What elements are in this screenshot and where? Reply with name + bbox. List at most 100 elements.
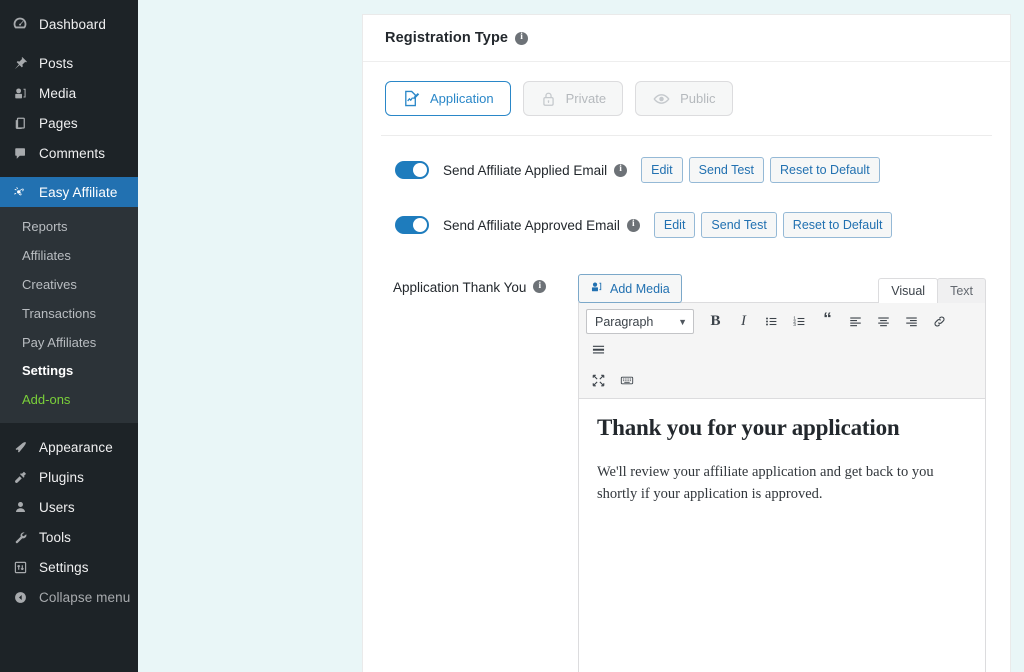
wp-editor: Add Media Visual Text Paragraph ▼ B I 1 … [578,274,986,672]
align-left-icon[interactable] [843,309,868,334]
lock-icon [540,90,557,108]
toggle-send-affiliate-approved-email[interactable] [395,216,429,234]
sidebar-item-dashboard[interactable]: Dashboard [0,9,138,39]
tab-text[interactable]: Text [937,278,986,303]
reset-approved-email-button[interactable]: Reset to Default [782,212,893,238]
editor-label-text: Application Thank You [393,280,527,295]
setting-row-affiliate-approved-email: Send Affiliate Approved Email i Edit Sen… [363,212,1010,238]
wordpress-admin-screen: Dashboard Posts Media Pages Comments Eas… [0,0,1024,672]
sidebar-item-pages[interactable]: Pages [0,108,138,138]
sidebar-item-label: Collapse menu [39,589,131,605]
sidebar-item-appearance[interactable]: Appearance [0,432,138,462]
reset-applied-email-button[interactable]: Reset to Default [770,157,880,183]
sidebar-item-label: Posts [39,55,74,71]
sidebar-item-creatives[interactable]: Creatives [0,271,138,300]
registration-type-private-button[interactable]: Private [522,81,624,116]
edit-approved-email-button[interactable]: Edit [653,212,696,238]
chevron-down-icon: ▼ [678,316,687,327]
sidebar-item-label: Users [39,499,75,515]
info-icon-thank-you[interactable]: i [533,280,547,293]
section-divider [381,135,992,136]
format-select-value: Paragraph [595,314,654,329]
editor-toolbar: Paragraph ▼ B I 1 2 3 “ [578,302,986,399]
sidebar-item-add-ons[interactable]: Add-ons [0,386,138,415]
sidebar-item-plugins[interactable]: Plugins [0,462,138,492]
eye-icon [652,90,671,108]
page-title: Registration Type [385,30,509,46]
collapse-icon [9,587,31,607]
bold-icon[interactable]: B [703,309,728,334]
sidebar-item-settings[interactable]: Settings [0,357,138,386]
sidebar-item-label: Media [39,85,77,101]
sidebar-item-tools[interactable]: Tools [0,522,138,552]
registration-type-label: Private [565,91,607,106]
panel-header: Registration Type i [363,15,1010,62]
easy-affiliate-submenu: Reports Affiliates Creatives Transaction… [0,207,138,424]
setting-label-text: Send Affiliate Approved Email [443,217,620,233]
settings-panel: Registration Type i Application Private … [362,14,1011,672]
editor-content-area[interactable]: Thank you for your application We'll rev… [578,399,986,672]
setting-label: Send Affiliate Applied Email i [443,162,628,178]
edit-applied-email-button[interactable]: Edit [641,157,683,183]
sidebar-item-label: Dashboard [39,16,106,32]
sidebar-item-posts[interactable]: Posts [0,48,138,78]
send-test-approved-email-button[interactable]: Send Test [701,212,777,238]
sidebar-item-wp-settings[interactable]: Settings [0,552,138,582]
send-test-applied-email-button[interactable]: Send Test [688,157,765,183]
bulleted-list-icon[interactable] [759,309,784,334]
add-media-button[interactable]: Add Media [578,274,682,303]
setting-row-affiliate-applied-email: Send Affiliate Applied Email i Edit Send… [363,157,1010,183]
application-thank-you-section: Application Thank You i Add Media Visual… [363,274,1010,672]
registration-type-application-button[interactable]: Application [385,81,511,116]
sidebar-item-label: Easy Affiliate [39,184,118,200]
approved-email-actions: Edit Send Test Reset to Default [653,212,893,238]
sidebar-item-label: Pages [39,115,78,131]
plugins-icon [9,467,31,487]
dashboard-icon [9,14,31,34]
sidebar-item-label: Tools [39,529,72,545]
settings-gear-icon [9,557,31,577]
paragraph-format-select[interactable]: Paragraph ▼ [586,309,694,334]
info-icon-applied-email[interactable]: i [614,163,628,177]
editor-field-label: Application Thank You i [393,274,578,672]
editor-mode-tabs: Visual Text [878,278,986,303]
media-icon [9,83,31,103]
italic-icon[interactable]: I [731,309,756,334]
svg-text:3: 3 [793,322,796,328]
sidebar-item-media[interactable]: Media [0,78,138,108]
info-icon-approved-email[interactable]: i [626,218,640,232]
sidebar-top-spacer [0,0,138,9]
sidebar-item-transactions[interactable]: Transactions [0,300,138,329]
sidebar-item-easy-affiliate[interactable]: Easy Affiliate [0,177,146,207]
align-right-icon[interactable] [899,309,924,334]
align-center-icon[interactable] [871,309,896,334]
tools-icon [9,527,31,547]
registration-type-public-button[interactable]: Public [635,81,733,116]
numbered-list-icon[interactable]: 1 2 3 [787,309,812,334]
editor-top-bar: Add Media Visual Text [578,274,986,303]
link-icon[interactable] [927,309,952,334]
applied-email-actions: Edit Send Test Reset to Default [641,157,880,183]
add-media-label: Add Media [610,281,670,296]
sidebar-item-users[interactable]: Users [0,492,138,522]
add-media-icon [590,280,604,297]
pin-icon [9,53,31,73]
setting-label-text: Send Affiliate Applied Email [443,162,608,178]
fullscreen-icon[interactable] [586,368,611,393]
read-more-icon[interactable] [586,337,611,362]
sidebar-item-affiliates[interactable]: Affiliates [0,242,138,271]
sidebar-item-collapse-menu[interactable]: Collapse menu [0,582,138,612]
toggle-send-affiliate-applied-email[interactable] [395,161,429,179]
sidebar-item-comments[interactable]: Comments [0,138,138,168]
sidebar-item-label: Appearance [39,439,113,455]
document-pencil-icon [402,89,421,108]
sidebar-item-pay-affiliates[interactable]: Pay Affiliates [0,329,138,358]
blockquote-icon[interactable]: “ [815,309,840,334]
tab-visual[interactable]: Visual [878,278,939,303]
editor-content-paragraph: We'll review your affiliate application … [597,464,934,503]
info-icon-registration-type[interactable]: i [515,31,529,45]
keyboard-shortcuts-icon[interactable] [614,368,639,393]
sidebar-item-reports[interactable]: Reports [0,213,138,242]
